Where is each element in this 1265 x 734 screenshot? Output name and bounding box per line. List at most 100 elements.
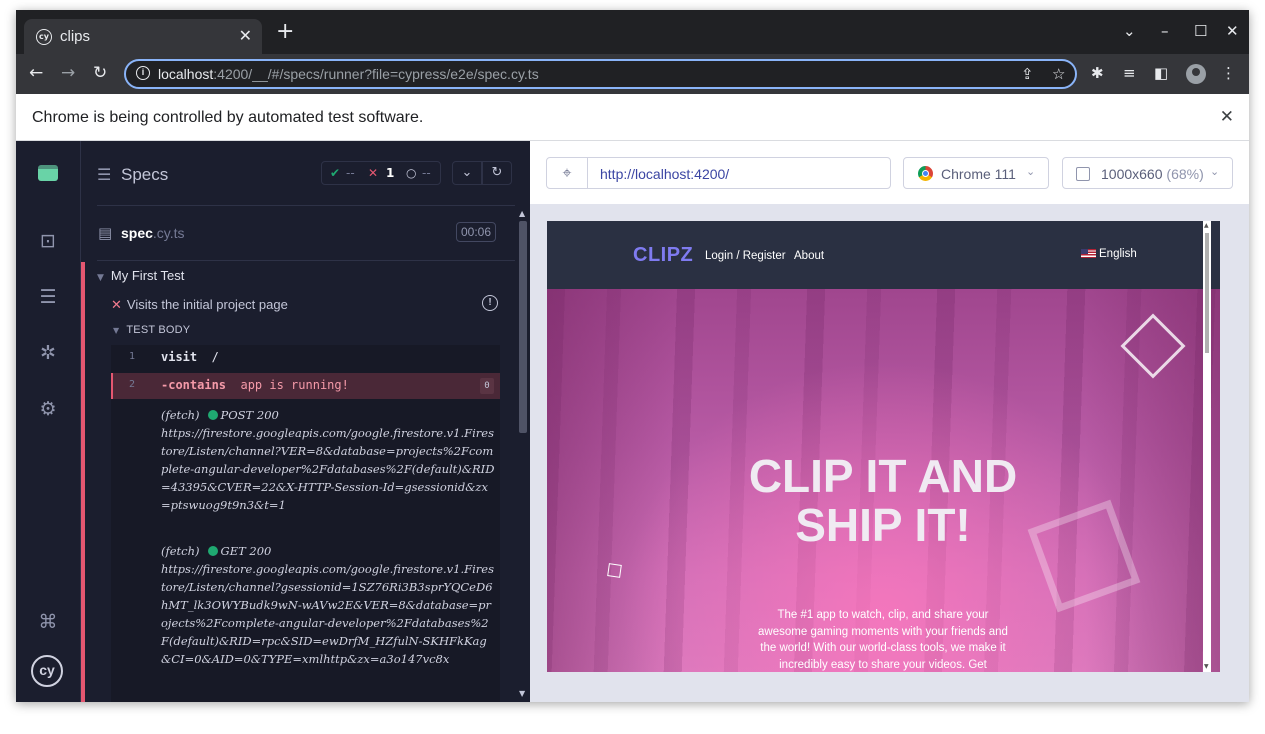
command-row[interactable]: 1 visit / <box>111 345 500 371</box>
selector-playground-icon[interactable]: ⌖ <box>546 157 588 189</box>
side-nav: ⊡ ☰ ✲ ⚙ ⌘ cy <box>16 141 80 702</box>
browser-select[interactable]: Chrome 111 ⌄ <box>903 157 1049 189</box>
chevron-down-icon: ▼ <box>97 273 104 283</box>
failure-indicator <box>81 262 85 702</box>
hero-section: CLIP IT AND SHIP IT! The #1 app to watch… <box>547 289 1220 672</box>
app-under-test-panel: ⌖ http://localhost:4200/ Chrome 111 ⌄ 10… <box>530 141 1249 702</box>
app-iframe: CLIPZ Login / Register About English CLI… <box>547 221 1220 672</box>
minimize-icon[interactable]: – <box>1161 22 1169 40</box>
status-dot-icon <box>207 410 218 420</box>
close-window-icon[interactable]: ✕ <box>1226 22 1239 40</box>
document-icon: ▤ <box>98 224 113 242</box>
runs-icon[interactable]: ☰ <box>36 285 60 309</box>
scroll-down-icon[interactable]: ▼ <box>1204 663 1209 670</box>
address-bar[interactable]: i localhost:4200/__/#/specs/runner?file=… <box>124 59 1077 89</box>
tab-search-icon[interactable]: ⌄ <box>1123 22 1136 40</box>
tab-close-icon[interactable]: ✕ <box>239 26 252 45</box>
app-brand[interactable]: CLIPZ <box>633 244 693 267</box>
passed-icon: ✔ <box>330 166 341 180</box>
viewport-scale: (68%) <box>1166 166 1204 182</box>
keyboard-shortcuts-icon[interactable]: ⌘ <box>36 610 60 634</box>
specs-icon[interactable]: ⊡ <box>36 229 60 253</box>
command-row-error[interactable]: 2 -contains app is running! 0 <box>111 373 500 399</box>
hero-title: CLIP IT AND SHIP IT! <box>748 450 1018 551</box>
chevron-down-icon: ⌄ <box>1026 165 1036 178</box>
fetch-log-entry[interactable]: (fetch) POST 200 https://firestore.google… <box>161 406 496 514</box>
address-text[interactable]: localhost:4200/__/#/specs/runner?file=cy… <box>158 66 539 82</box>
extensions-icon[interactable]: ✱ <box>1091 64 1104 82</box>
site-info-icon[interactable]: i <box>136 66 150 80</box>
iframe-scrollbar[interactable]: ▲ ▼ <box>1203 221 1211 672</box>
new-tab-icon[interactable]: + <box>276 21 294 43</box>
status-dot-icon <box>207 546 218 556</box>
aut-header: ⌖ http://localhost:4200/ Chrome 111 ⌄ 10… <box>530 141 1249 205</box>
scroll-down-icon[interactable]: ▼ <box>519 689 525 698</box>
side-panel-icon[interactable]: ◧ <box>1154 64 1168 82</box>
rerun-icon[interactable]: ↻ <box>482 161 512 185</box>
scroll-thumb[interactable] <box>1205 233 1209 353</box>
reload-icon[interactable]: ↻ <box>93 63 107 83</box>
settings-icon[interactable]: ⚙ <box>36 397 60 421</box>
square-decoration <box>1027 499 1141 613</box>
language-select[interactable]: English <box>1081 248 1137 260</box>
infobar-close-icon[interactable]: ✕ <box>1220 107 1234 127</box>
browser-label: Chrome 111 <box>941 166 1016 182</box>
pending-count: -- <box>422 166 431 180</box>
back-icon[interactable]: ← <box>29 63 43 83</box>
spec-file-name: spec.cy.ts <box>121 225 185 241</box>
reading-list-icon[interactable]: ≡ <box>1123 64 1136 82</box>
share-icon[interactable]: ⇪ <box>1021 65 1034 83</box>
failed-icon: ✕ <box>111 298 122 313</box>
test-stats: ✔ -- ✕ 1 ○ -- <box>321 161 441 185</box>
title-bar: cy clips ✕ + ⌄ – ☐ ✕ <box>16 10 1249 54</box>
fetch-log-entry[interactable]: (fetch) GET 200 https://firestore.googlea… <box>161 542 496 668</box>
pending-icon: ○ <box>406 166 417 180</box>
failed-count: 1 <box>386 166 395 180</box>
reporter-header-title[interactable]: Specs <box>121 165 168 185</box>
info-icon[interactable]: ! <box>482 295 498 311</box>
chevron-down-icon: ⌄ <box>1210 165 1220 178</box>
hero-subtitle: The #1 app to watch, clip, and share you… <box>758 609 1008 671</box>
square-decoration <box>607 563 622 578</box>
aut-url-field[interactable]: http://localhost:4200/ <box>587 157 891 189</box>
reporter-panel: ☰ Specs ✔ -- ✕ 1 ○ -- ⌄ ↻ ▤ spec.cy.ts 0… <box>80 141 530 702</box>
divider <box>97 260 515 261</box>
cypress-account-icon[interactable]: cy <box>31 655 63 687</box>
failed-icon: ✕ <box>368 166 379 180</box>
scroll-thumb[interactable] <box>519 221 527 433</box>
suite-item[interactable]: ▼ My First Test <box>97 268 184 283</box>
viewport-info[interactable]: 1000x660 (68%) ⌄ <box>1062 157 1233 189</box>
chrome-icon <box>918 166 933 181</box>
cypress-favicon-icon: cy <box>36 29 52 45</box>
infobar-text: Chrome is being controlled by automated … <box>32 109 424 126</box>
collapse-all-icon[interactable]: ⌄ <box>452 161 482 185</box>
login-register-link[interactable]: Login / Register <box>705 250 786 262</box>
chrome-window: cy clips ✕ + ⌄ – ☐ ✕ ← → ↻ i localhost:4… <box>16 10 1249 702</box>
about-link[interactable]: About <box>794 250 824 262</box>
reporter-scrollbar[interactable]: ▲ ▼ <box>517 207 529 702</box>
forward-icon[interactable]: → <box>61 63 75 83</box>
browser-tab[interactable]: cy clips ✕ <box>24 19 262 54</box>
aut-url[interactable]: http://localhost:4200/ <box>600 166 729 182</box>
command-log: 1 visit / 2 -contains app is running! 0 … <box>111 345 500 702</box>
menu-kebab-icon[interactable]: ⋮ <box>1221 64 1236 82</box>
maximize-icon[interactable]: ☐ <box>1194 22 1207 40</box>
debug-icon[interactable]: ✲ <box>36 341 60 365</box>
tab-title: clips <box>60 28 91 45</box>
viewport-icon <box>1076 167 1090 181</box>
divider <box>97 205 515 206</box>
duration-badge: 00:06 <box>456 222 496 242</box>
specs-list-icon[interactable]: ☰ <box>97 165 111 184</box>
us-flag-icon <box>1081 249 1096 258</box>
scroll-up-icon[interactable]: ▲ <box>519 209 525 218</box>
profile-avatar-icon[interactable] <box>1186 64 1206 84</box>
bookmark-star-icon[interactable]: ☆ <box>1052 65 1065 83</box>
cypress-runner: ⊡ ☰ ✲ ⚙ ⌘ cy ☰ Specs ✔ -- ✕ 1 ○ -- ⌄ ↻ ▤… <box>16 141 1249 702</box>
test-body-label[interactable]: ▼ TEST BODY <box>113 324 190 336</box>
cypress-logo-icon[interactable] <box>38 165 58 181</box>
app-navbar: CLIPZ Login / Register About English <box>547 221 1220 289</box>
scroll-up-icon[interactable]: ▲ <box>1204 222 1209 229</box>
viewport-size: 1000x660 <box>1101 166 1163 182</box>
chevron-down-icon: ▼ <box>113 326 120 335</box>
test-item[interactable]: ✕ Visits the initial project page <box>111 297 288 313</box>
